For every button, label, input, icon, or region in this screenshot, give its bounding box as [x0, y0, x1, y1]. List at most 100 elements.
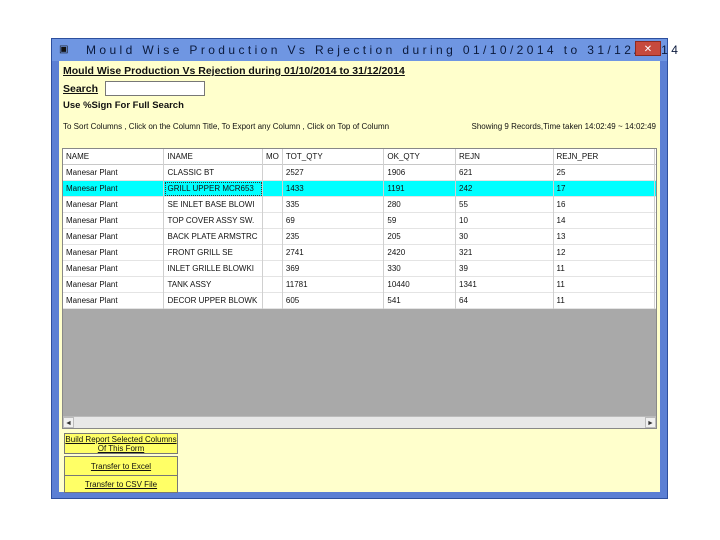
column-header-tot-qty[interactable]: TOT_QTY — [283, 149, 385, 165]
cell-name[interactable]: Manesar Plant — [63, 245, 165, 261]
cell-rejn-per[interactable]: 11 — [554, 277, 656, 293]
cell-ok-qty[interactable]: 1906 — [384, 165, 457, 181]
cell-rejn[interactable]: 242 — [456, 181, 554, 197]
cell-rejn[interactable]: 64 — [456, 293, 554, 309]
cell-rejn[interactable]: 621 — [456, 165, 554, 181]
cell-tot-qty[interactable]: 2527 — [283, 165, 385, 181]
column-header-rejn-per[interactable]: REJN_PER — [554, 149, 656, 165]
cell-rejn[interactable]: 1341 — [456, 277, 554, 293]
cell-iname[interactable]: GRILL UPPER MCR653 — [164, 181, 263, 197]
cell-iname[interactable]: DECOR UPPER BLOWK — [164, 293, 263, 309]
cell-rejn[interactable]: 10 — [456, 213, 554, 229]
table-row[interactable]: Manesar Plant INLET GRILLE BLOWKI 369 330 39… — [63, 261, 656, 277]
cell-tot-qty[interactable]: 369 — [283, 261, 385, 277]
cell-rejn-per[interactable]: 11 — [554, 261, 656, 277]
cell-name[interactable]: Manesar Plant — [63, 165, 165, 181]
table-row[interactable]: Manesar Plant FRONT GRILL SE 2741 2420 321 12 — [63, 245, 656, 261]
cell-iname[interactable]: SE INLET BASE BLOWI — [164, 197, 263, 213]
records-status: Showing 9 Records,Time taken 14:02:49 ~ … — [471, 122, 657, 131]
cell-name[interactable]: Manesar Plant — [63, 293, 165, 309]
search-label: Search — [63, 83, 99, 95]
cell-name[interactable]: Manesar Plant — [63, 261, 165, 277]
cell-iname[interactable]: CLASSIC BT — [164, 165, 263, 181]
cell-rejn-per[interactable]: 13 — [554, 229, 656, 245]
cell-iname[interactable]: INLET GRILLE BLOWKI — [164, 261, 263, 277]
table-row[interactable]: Manesar Plant TANK ASSY 11781 10440 1341 11 — [63, 277, 656, 293]
cell-ok-qty[interactable]: 10440 — [384, 277, 457, 293]
cell-mo[interactable] — [263, 245, 283, 261]
cell-name[interactable]: Manesar Plant — [63, 197, 165, 213]
cell-ok-qty[interactable]: 59 — [384, 213, 457, 229]
cell-name[interactable]: Manesar Plant — [63, 181, 165, 197]
cell-mo[interactable] — [263, 261, 283, 277]
cell-iname[interactable]: TANK ASSY — [164, 277, 263, 293]
cell-ok-qty[interactable]: 280 — [384, 197, 457, 213]
cell-ok-qty[interactable]: 205 — [384, 229, 457, 245]
table-row[interactable]: Manesar Plant SE INLET BASE BLOWI 335 280 55… — [63, 197, 656, 213]
scroll-right-icon[interactable]: ► — [645, 417, 656, 428]
transfer-excel-button[interactable]: Transfer to Excel — [64, 456, 178, 476]
cell-filler — [655, 165, 656, 181]
data-grid[interactable]: NAME INAME MO TOT_QTY OK_QTY REJN REJN_P… — [62, 148, 657, 429]
table-row[interactable]: Manesar Plant BACK PLATE ARMSTRC 235 205 30 1… — [63, 229, 656, 245]
cell-rejn-per[interactable]: 16 — [554, 197, 656, 213]
cell-filler — [655, 229, 656, 245]
cell-rejn[interactable]: 55 — [456, 197, 554, 213]
cell-mo[interactable] — [263, 277, 283, 293]
cell-filler — [655, 213, 656, 229]
column-header-ok-qty[interactable]: OK_QTY — [384, 149, 457, 165]
cell-iname[interactable]: FRONT GRILL SE — [164, 245, 263, 261]
close-button[interactable]: ✕ — [635, 41, 661, 56]
cell-filler — [655, 261, 656, 277]
cell-ok-qty[interactable]: 541 — [384, 293, 457, 309]
cell-rejn-per[interactable]: 17 — [554, 181, 656, 197]
cell-tot-qty[interactable]: 605 — [283, 293, 385, 309]
cell-iname[interactable]: BACK PLATE ARMSTRC — [164, 229, 263, 245]
horizontal-scrollbar[interactable]: ◄ ► — [63, 416, 656, 428]
cell-rejn-per[interactable]: 12 — [554, 245, 656, 261]
table-row[interactable]: Manesar Plant CLASSIC BT 2527 1906 621 25 — [63, 165, 656, 181]
column-header-name[interactable]: NAME — [63, 149, 165, 165]
column-header-iname[interactable]: INAME — [164, 149, 263, 165]
table-row[interactable]: Manesar Plant TOP COVER ASSY SW. 69 59 10 14 — [63, 213, 656, 229]
cell-filler — [655, 277, 656, 293]
cell-tot-qty[interactable]: 2741 — [283, 245, 385, 261]
cell-tot-qty[interactable]: 69 — [283, 213, 385, 229]
cell-rejn[interactable]: 321 — [456, 245, 554, 261]
column-header-rejn[interactable]: REJN — [456, 149, 554, 165]
grid-instructions: To Sort Columns , Click on the Column Ti… — [63, 122, 390, 131]
cell-ok-qty[interactable]: 1191 — [384, 181, 457, 197]
cell-name[interactable]: Manesar Plant — [63, 277, 165, 293]
table-row[interactable]: Manesar Plant DECOR UPPER BLOWK 605 541 64 11 — [63, 293, 656, 309]
cell-mo[interactable] — [263, 293, 283, 309]
report-form: Mould Wise Production Vs Rejection durin… — [59, 61, 660, 493]
table-row[interactable]: Manesar Plant GRILL UPPER MCR653 1433 1191 2… — [63, 181, 656, 197]
cell-rejn-per[interactable]: 25 — [554, 165, 656, 181]
cell-ok-qty[interactable]: 330 — [384, 261, 457, 277]
cell-tot-qty[interactable]: 1433 — [283, 181, 385, 197]
cell-mo[interactable] — [263, 197, 283, 213]
column-header-mo[interactable]: MO — [263, 149, 283, 165]
cell-mo[interactable] — [263, 165, 283, 181]
scroll-left-icon[interactable]: ◄ — [63, 417, 74, 428]
build-report-button[interactable]: Build Report Selected Columns Of This Fo… — [64, 433, 178, 454]
cell-rejn[interactable]: 30 — [456, 229, 554, 245]
cell-ok-qty[interactable]: 2420 — [384, 245, 457, 261]
cell-rejn[interactable]: 39 — [456, 261, 554, 277]
cell-rejn-per[interactable]: 14 — [554, 213, 656, 229]
cell-iname[interactable]: TOP COVER ASSY SW. — [164, 213, 263, 229]
cell-name[interactable]: Manesar Plant — [63, 213, 165, 229]
cell-tot-qty[interactable]: 11781 — [283, 277, 385, 293]
transfer-csv-button[interactable]: Transfer to CSV File — [64, 475, 178, 493]
cell-mo[interactable] — [263, 229, 283, 245]
column-header-filler — [655, 149, 656, 165]
window-title: Mould Wise Production Vs Rejection durin… — [86, 43, 682, 57]
title-bar[interactable]: ▣ Mould Wise Production Vs Rejection dur… — [52, 39, 678, 61]
cell-mo[interactable] — [263, 213, 283, 229]
cell-mo[interactable] — [263, 181, 283, 197]
search-input[interactable] — [105, 81, 205, 96]
cell-tot-qty[interactable]: 335 — [283, 197, 385, 213]
cell-tot-qty[interactable]: 235 — [283, 229, 385, 245]
cell-rejn-per[interactable]: 11 — [554, 293, 656, 309]
cell-name[interactable]: Manesar Plant — [63, 229, 165, 245]
